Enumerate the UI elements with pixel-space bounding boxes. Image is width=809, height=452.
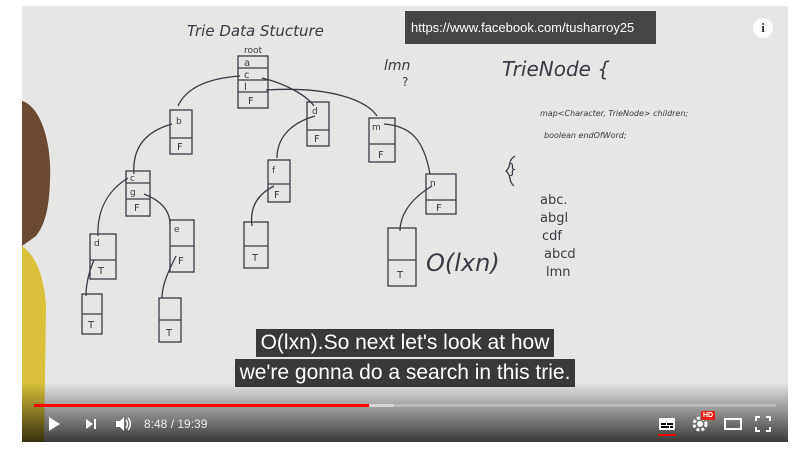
root-label: root — [244, 46, 263, 56]
class-close: } — [508, 162, 517, 178]
fullscreen-button[interactable] — [752, 413, 774, 435]
play-icon — [49, 417, 60, 431]
watermark-url[interactable]: https://www.facebook.com/tusharroy25 — [405, 11, 656, 44]
node-label-d2: d — [94, 239, 100, 249]
subtitles-active-indicator — [658, 434, 676, 436]
node-label-m: m — [372, 123, 381, 133]
time-current: 8:48 — [144, 417, 168, 431]
video-player[interactable]: Trie Data Stucture root a c l F b F d F … — [22, 6, 788, 442]
root-char-2: c — [244, 70, 250, 81]
query-mark: ? — [402, 75, 408, 89]
subtitles-icon — [659, 418, 675, 430]
play-button[interactable] — [42, 413, 66, 435]
progress-played — [34, 404, 369, 407]
next-icon — [86, 419, 96, 429]
node-label-d: d — [312, 107, 318, 117]
root-char-1: a — [244, 58, 250, 69]
time-duration: 19:39 — [177, 417, 208, 431]
caption-window: O(lxn).So next let's look at how we're g… — [22, 328, 788, 388]
subtitles-button[interactable] — [656, 413, 678, 436]
root-char-3: l — [244, 82, 247, 93]
node-flag-f: F — [274, 190, 280, 201]
node-label-e: e — [174, 225, 180, 235]
controls-bar: 8:48 / 19:39 HD — [22, 409, 788, 439]
class-heading: TrieNode { — [502, 57, 610, 81]
node-flag-d: F — [314, 134, 320, 145]
root-flag: F — [248, 96, 254, 107]
info-icon[interactable]: i — [753, 18, 773, 38]
node-label-c: c — [130, 174, 135, 184]
word-2: abgl — [540, 211, 568, 226]
board-title: Trie Data Stucture — [187, 22, 324, 40]
node-flag-cg: F — [134, 203, 140, 214]
theater-icon — [724, 418, 742, 430]
node-flag-d2: T — [97, 266, 105, 277]
theater-mode-button[interactable] — [722, 413, 744, 435]
class-field-children: map<Character, TrieNode> children; — [540, 109, 688, 118]
word-3: cdf — [542, 229, 562, 244]
next-button[interactable] — [80, 413, 102, 435]
node-flag-m: F — [378, 150, 384, 161]
node-flag-f2: T — [251, 253, 259, 264]
settings-button[interactable]: HD — [688, 411, 716, 435]
fullscreen-icon — [755, 416, 771, 432]
progress-bar[interactable] — [34, 404, 776, 407]
complexity-note: O(lxn) — [426, 249, 500, 277]
volume-icon — [116, 417, 131, 431]
word-1: abc. — [540, 193, 568, 208]
word-4: abcd — [544, 247, 576, 262]
hd-badge: HD — [701, 411, 716, 420]
query-word: lmn — [384, 58, 410, 74]
node-flag-e: F — [178, 256, 184, 267]
time-display: 8:48 / 19:39 — [144, 417, 207, 431]
node-label-b: b — [176, 117, 182, 127]
node-label-g: g — [130, 188, 136, 198]
volume-button[interactable] — [112, 413, 136, 435]
node-label-n: n — [430, 179, 436, 189]
caption-line-1: O(lxn).So next let's look at how — [255, 329, 555, 357]
class-field-end: boolean endOfWord; — [544, 131, 627, 140]
time-separator: / — [167, 417, 178, 431]
node-flag-n: F — [436, 203, 442, 214]
node-flag-b: F — [177, 142, 183, 153]
node-flag-n2: T — [396, 270, 404, 281]
word-5: lmn — [546, 265, 571, 280]
